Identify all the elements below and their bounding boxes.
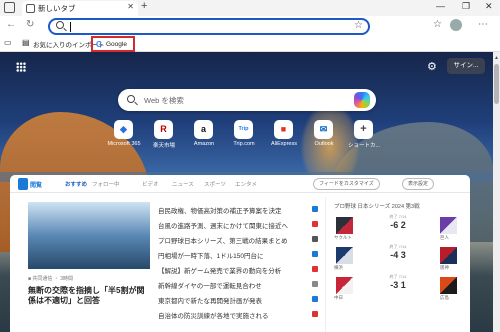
workspaces-icon[interactable] (4, 2, 15, 13)
feed-logo-text: 閲覧 (30, 183, 43, 189)
favorites-icon[interactable]: ☆ (433, 19, 442, 30)
feed-tab-recommended[interactable]: おすすめ (65, 180, 87, 188)
list-item[interactable]: 円相場が一時下落、1ドル150円台に (158, 250, 318, 261)
tab-new-tab[interactable]: 新しいタブ ✕ (22, 1, 138, 16)
scrollbar-thumb[interactable] (494, 64, 499, 104)
sports-scores-card: プロ野球 日本シリーズ 2024 第3戦 ヤクルト 終了 7/14 -6 2 巨… (325, 197, 467, 332)
import-icon: ▤ (22, 38, 30, 47)
trip-icon: Trip (234, 120, 253, 139)
match-row[interactable]: 横浜 終了 7/14 -4 3 阪神 (332, 244, 462, 270)
team-name: 巨人 (440, 235, 449, 240)
tile-add-shortcut[interactable]: + ショートカ... (344, 120, 384, 156)
amazon-icon: a (194, 120, 213, 139)
minimize-button[interactable]: — (436, 1, 445, 11)
match-row[interactable]: ヤクルト 終了 7/14 -6 2 巨人 (332, 214, 462, 240)
team-name: 阪神 (440, 265, 449, 270)
tab-label: 新しいタブ (38, 4, 76, 13)
address-bar[interactable]: ☆ (48, 18, 370, 35)
settings-gear-icon[interactable]: ⚙ (427, 60, 437, 73)
list-item[interactable]: 自民政権、物価高対策の補正予算案を決定 (158, 205, 318, 216)
add-icon: + (354, 120, 373, 139)
team-logo-icon (336, 247, 353, 264)
feed-tab-following[interactable]: フォロー中 (92, 180, 120, 188)
signin-button[interactable]: サイン... (447, 58, 485, 74)
feed-logo-icon (18, 178, 28, 190)
new-tab-button[interactable]: + (141, 0, 147, 12)
team-logo-icon (440, 247, 457, 264)
list-item[interactable]: 【解説】新ゲーム発売で業界の動向を分析 (158, 265, 318, 276)
text-caret (70, 22, 71, 32)
tile-amazon[interactable]: a Amazon (184, 120, 224, 156)
web-search-box[interactable]: Web を検索 (118, 89, 376, 111)
favorites-folder-icon: ▭ (4, 38, 12, 47)
team-name: 広島 (440, 295, 449, 300)
tile-label: ショートカ... (347, 143, 381, 149)
apps-launcher-icon[interactable] (16, 62, 26, 72)
navigation-bar: ← ↻ ☆ ☆ ⋯ (0, 16, 500, 37)
favorite-google-label: Google (106, 41, 127, 48)
outlook-icon: ✉ (314, 120, 333, 139)
list-item[interactable]: 自治体の防災訓練が各地で実施される (158, 310, 318, 321)
hero-article-title[interactable]: 無断の交際を指摘し「半5割が関係は不適切」と回答 (28, 286, 150, 306)
match-score: -4 3 (390, 250, 406, 260)
back-button[interactable]: ← (6, 19, 16, 30)
tile-trip[interactable]: Trip Trip.com (224, 120, 264, 156)
aliexpress-icon: ■ (274, 120, 293, 139)
tile-aliexpress[interactable]: ■ AliExpress (264, 120, 304, 156)
hero-article-source: ■ 共同通信 ・ 3時間 (28, 276, 73, 282)
search-icon (56, 21, 64, 29)
refresh-button[interactable]: ↻ (26, 19, 34, 30)
search-icon (127, 95, 135, 103)
google-icon: G (96, 40, 103, 49)
team-logo-icon (440, 217, 457, 234)
team-name: ヤクルト (334, 235, 352, 240)
close-window-button[interactable]: ✕ (485, 1, 493, 12)
list-item[interactable]: プロ野球日本シリーズ、第三戦の結果まとめ (158, 235, 318, 246)
rakuten-icon: R (154, 120, 173, 139)
favorite-star-icon[interactable]: ☆ (354, 20, 363, 31)
match-row[interactable]: 中日 終了 7/14 -3 1 広島 (332, 274, 462, 300)
personalize-feed-button[interactable]: フィードをカスタマイズ (313, 178, 380, 190)
list-item[interactable]: 東京都内で新たな再開発計画が発表 (158, 295, 318, 306)
feed-tab-sports[interactable]: スポーツ (204, 180, 226, 188)
tile-outlook[interactable]: ✉ Outlook (304, 120, 344, 156)
tile-microsoft-365[interactable]: ◆ Microsoft 365 (104, 120, 144, 156)
hero-article-image[interactable] (28, 202, 150, 269)
microsoft-365-icon: ◆ (114, 120, 133, 139)
tab-close-icon[interactable]: ✕ (127, 2, 134, 11)
search-placeholder: Web を検索 (144, 96, 184, 105)
team-logo-icon (336, 217, 353, 234)
team-logo-icon (440, 277, 457, 294)
list-item[interactable]: 台風の進路予測、週末にかけて関東に接近へ (158, 220, 318, 231)
match-score: -6 2 (390, 220, 406, 230)
quick-links: ◆ Microsoft 365 R 楽天市場 a Amazon Trip Tri… (104, 120, 384, 156)
favorites-bar: ▭ ▤ お気に入りのインポート (0, 37, 500, 52)
news-feed: 閲覧 おすすめ フォロー中 ビデオ ニュース スポーツ エンタメ フィードをカス… (10, 175, 470, 332)
more-menu-icon[interactable]: ⋯ (478, 19, 488, 30)
tile-rakuten[interactable]: R 楽天市場 (144, 120, 184, 156)
team-name: 中日 (334, 295, 343, 300)
feed-settings-button[interactable]: 表示設定 (402, 178, 435, 190)
team-name: 横浜 (334, 265, 343, 270)
sports-card-title[interactable]: プロ野球 日本シリーズ 2024 第3戦 (334, 202, 420, 210)
feed-tab-entertainment[interactable]: エンタメ (235, 180, 257, 188)
tab-favicon-icon (26, 4, 35, 13)
favorite-google[interactable]: G Google (91, 36, 135, 52)
scroll-up-icon[interactable]: ▲ (494, 55, 499, 61)
feed-tab-news[interactable]: ニュース (172, 180, 194, 188)
copilot-icon[interactable] (354, 92, 370, 108)
page-scrollbar[interactable]: ▲ (493, 52, 500, 332)
profile-avatar[interactable] (450, 19, 462, 31)
list-item[interactable]: 新幹線ダイヤの一部で運転見合わせ (158, 280, 318, 291)
feed-navigation: 閲覧 おすすめ フォロー中 ビデオ ニュース スポーツ エンタメ フィードをカス… (10, 175, 470, 193)
title-bar: 新しいタブ ✕ + — ❐ ✕ (0, 0, 500, 16)
maximize-button[interactable]: ❐ (462, 1, 470, 12)
team-logo-icon (336, 277, 353, 294)
match-score: -3 1 (390, 280, 406, 290)
feed-tab-video[interactable]: ビデオ (142, 180, 159, 188)
